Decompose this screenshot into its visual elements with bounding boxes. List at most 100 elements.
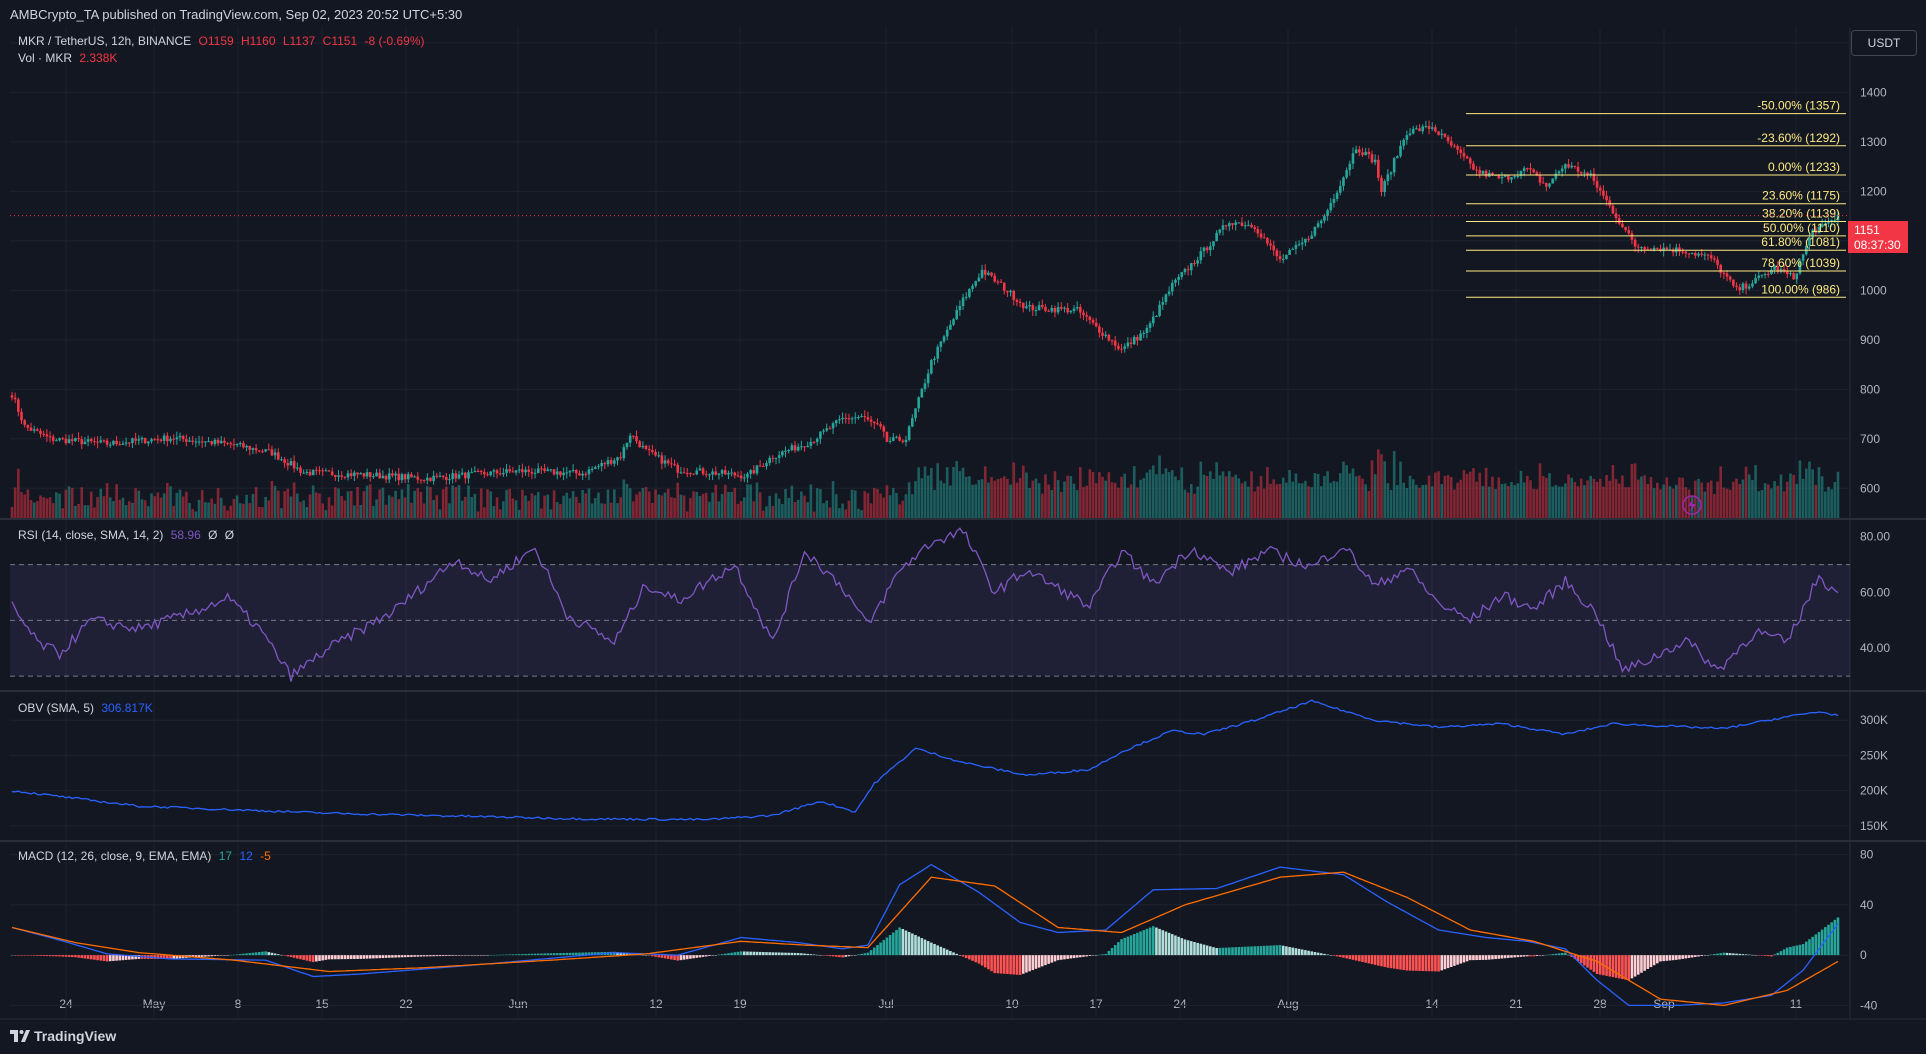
macd-histogram-bar	[1272, 945, 1276, 956]
macd-histogram-bar	[923, 939, 927, 956]
volume-bar	[251, 493, 255, 518]
tradingview-logo[interactable]: TradingView	[34, 1028, 116, 1044]
volume-bar	[1148, 469, 1152, 518]
candle-body	[254, 448, 258, 451]
obv-label[interactable]: OBV (SMA, 5)	[18, 701, 94, 715]
candle-body	[429, 477, 432, 482]
volume-bar	[1101, 476, 1104, 518]
ohlc-change: -8 (-0.69%)	[364, 34, 425, 48]
candle-body	[422, 480, 426, 482]
candle-body	[638, 441, 641, 448]
volume-bar	[362, 491, 366, 518]
volume-bar	[1801, 478, 1805, 518]
macd-histogram-bar	[1785, 947, 1789, 956]
candle-body	[1272, 245, 1276, 251]
macd-histogram-bar	[1738, 953, 1742, 956]
macd-histogram-bar	[210, 955, 214, 957]
macd-histogram-bar	[765, 952, 768, 956]
candle-body	[1088, 316, 1092, 321]
macd-histogram-bar	[1646, 955, 1650, 969]
candle-body	[99, 440, 103, 443]
macd-histogram-bar	[1044, 955, 1047, 966]
candle-body	[571, 469, 575, 472]
macd-histogram-bar	[1126, 936, 1130, 956]
volume-bar	[920, 478, 924, 518]
macd-histogram-bar	[1174, 935, 1177, 956]
candle-body	[1576, 166, 1580, 172]
macd-histogram-bar	[1598, 955, 1602, 975]
candle-body	[1706, 254, 1710, 256]
macd-histogram-bar	[448, 955, 451, 956]
candle-body	[1094, 322, 1098, 327]
macd-histogram-bar	[1611, 955, 1615, 978]
macd-histogram-bar	[1687, 955, 1691, 958]
macd-histogram-bar	[1358, 955, 1361, 962]
rsi-label[interactable]: RSI (14, close, SMA, 14, 2)	[18, 528, 163, 542]
volume-label[interactable]: Vol · MKR	[18, 51, 72, 65]
macd-histogram-bar	[809, 954, 813, 956]
macd-histogram-bar	[1069, 955, 1073, 959]
macd-histogram-bar	[888, 935, 892, 956]
macd-histogram-bar	[1161, 930, 1165, 956]
candle-body	[89, 439, 93, 442]
macd-histogram-bar	[55, 955, 58, 957]
macd-histogram-bar	[1522, 955, 1526, 957]
volume-bar	[1294, 473, 1298, 518]
volume-bar	[1006, 478, 1009, 518]
candle-body	[1405, 135, 1409, 140]
candle-body	[296, 467, 299, 469]
candle-body	[1462, 152, 1466, 157]
candle-body	[850, 418, 854, 420]
candle-body	[1183, 269, 1187, 273]
macd-label[interactable]: MACD (12, 26, close, 9, EMA, EMA)	[18, 849, 211, 863]
macd-histogram-bar	[771, 952, 775, 956]
volume-bar	[800, 491, 803, 518]
volume-bar	[1516, 483, 1520, 518]
macd-histogram-bar	[229, 954, 233, 956]
candle-body	[505, 469, 508, 473]
currency-button[interactable]: USDT	[1851, 30, 1917, 56]
macd-histogram-bar	[1554, 953, 1558, 956]
candle-body	[1110, 340, 1114, 342]
candle-body	[1760, 274, 1764, 276]
volume-bar	[657, 494, 661, 518]
macd-histogram-bar	[1497, 955, 1501, 959]
candle-body	[1247, 224, 1250, 226]
macd-histogram-bar	[863, 953, 867, 956]
volume-bar	[1526, 475, 1529, 518]
macd-histogram-bar	[796, 953, 800, 956]
volume-bar	[1811, 469, 1814, 518]
candle-body	[549, 469, 553, 471]
macd-histogram-bar	[955, 953, 959, 956]
volume-bar	[590, 503, 594, 518]
macd-histogram-bar	[1316, 952, 1320, 956]
volume-bar	[781, 503, 784, 518]
macd-histogram-bar	[733, 952, 737, 956]
volume-bar	[1199, 461, 1203, 518]
macd-histogram-bar	[546, 953, 550, 956]
symbol-name[interactable]: MKR / TetherUS, 12h, BINANCE	[18, 34, 191, 48]
volume-bar	[1259, 476, 1263, 518]
candle-body	[936, 346, 939, 359]
candle-body	[1079, 306, 1082, 313]
candle-body	[349, 473, 353, 476]
candle-body	[590, 468, 594, 470]
volume-bar	[581, 489, 584, 518]
volume-bar	[755, 482, 759, 518]
candle-body	[1392, 158, 1396, 173]
volume-bar	[540, 508, 543, 518]
macd-histogram-bar	[505, 954, 508, 956]
macd-histogram-bar	[1136, 932, 1139, 956]
candle-body	[223, 440, 226, 443]
candle-body	[397, 473, 401, 481]
volume-bar	[1145, 472, 1149, 518]
candle-body	[299, 467, 302, 473]
volume-bar	[1611, 465, 1615, 518]
trading-chart[interactable]: 24 May 8 15 22 Jun 12 19 Jul 10 17 24 Aug 14 21 28 Sep 11…	[0, 0, 1926, 1054]
macd-histogram-bar	[102, 955, 106, 962]
candle-body	[1170, 282, 1174, 292]
candle-body	[1443, 133, 1447, 137]
candle-body	[1624, 227, 1627, 231]
macd-histogram-bar	[13, 955, 17, 956]
volume-bar	[1377, 449, 1380, 518]
